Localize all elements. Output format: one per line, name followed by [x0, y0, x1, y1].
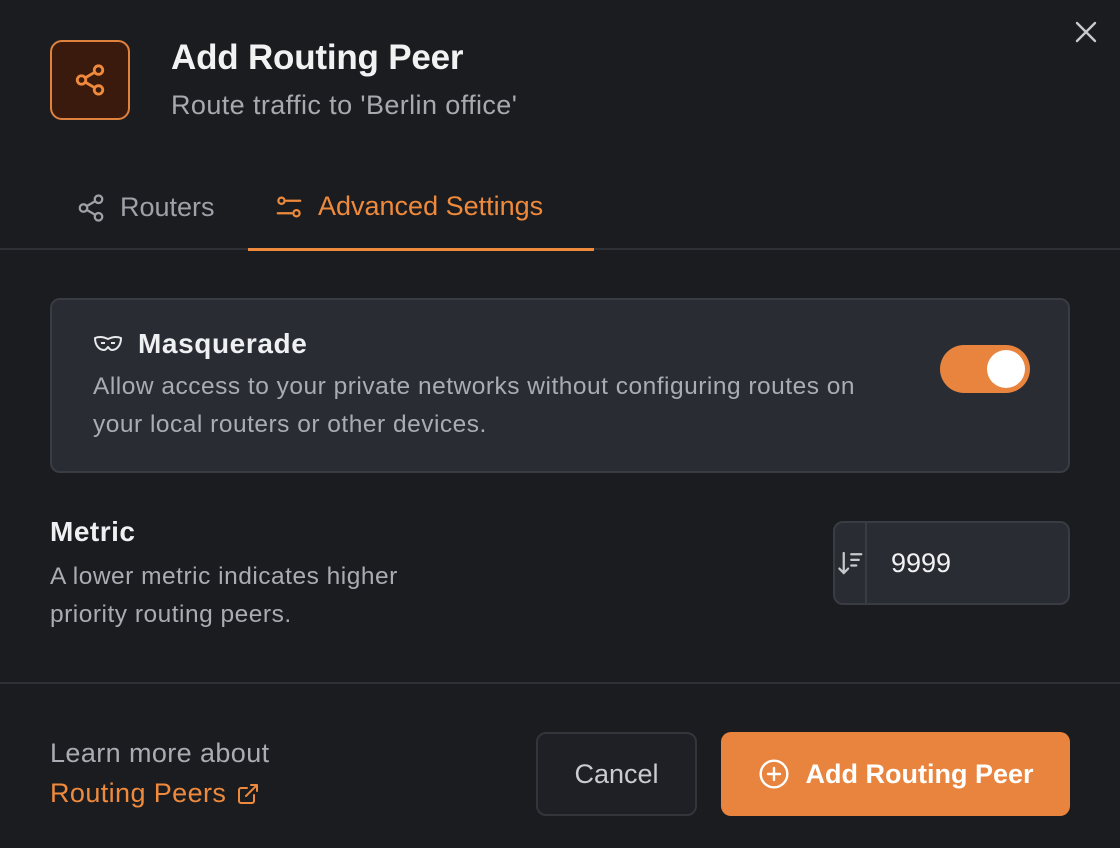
routing-peers-link[interactable]: Routing Peers — [50, 778, 260, 809]
tab-routers[interactable]: Routers — [76, 165, 215, 250]
tab-bar: Routers Advanced Settings — [0, 165, 1120, 251]
mask-icon — [94, 335, 122, 351]
tab-advanced-settings-label: Advanced Settings — [318, 191, 544, 221]
metric-input-group — [833, 521, 1070, 605]
share-icon — [78, 193, 104, 222]
cancel-button[interactable]: Cancel — [536, 732, 697, 816]
masquerade-description: Allow access to your private networks wi… — [93, 373, 856, 438]
dialog-subtitle: Route traffic to 'Berlin office' — [171, 90, 518, 120]
add-routing-peer-button[interactable]: Add Routing Peer — [721, 732, 1070, 816]
plus-circle-icon — [758, 759, 789, 789]
close-icon — [1075, 21, 1097, 43]
tab-routers-label: Routers — [120, 192, 215, 222]
sort-descending-icon — [838, 551, 863, 575]
metric-value-input[interactable] — [867, 523, 1068, 603]
masquerade-card: Masquerade Allow access to your private … — [50, 298, 1070, 473]
metric-label: Metric — [50, 516, 136, 547]
toggle-knob — [987, 350, 1025, 388]
dialog-title: Add Routing Peer — [171, 38, 464, 77]
routing-peers-link-label: Routing Peers — [50, 778, 227, 808]
masquerade-title-row: Masquerade — [92, 328, 307, 360]
share-icon — [75, 64, 105, 96]
footer-divider — [0, 682, 1120, 684]
sliders-icon — [276, 196, 302, 217]
tab-advanced-settings[interactable]: Advanced Settings — [248, 165, 594, 251]
external-link-icon — [238, 783, 259, 804]
close-button[interactable] — [1070, 16, 1102, 48]
masquerade-title: Masquerade — [138, 328, 308, 359]
learn-more-text: Learn more about — [50, 738, 270, 768]
header-icon-box — [50, 40, 130, 120]
metric-description: A lower metric indicates higher priority… — [50, 563, 398, 628]
add-routing-peer-label: Add Routing Peer — [805, 758, 1034, 789]
masquerade-toggle[interactable] — [940, 345, 1030, 393]
metric-prefix — [835, 523, 867, 603]
